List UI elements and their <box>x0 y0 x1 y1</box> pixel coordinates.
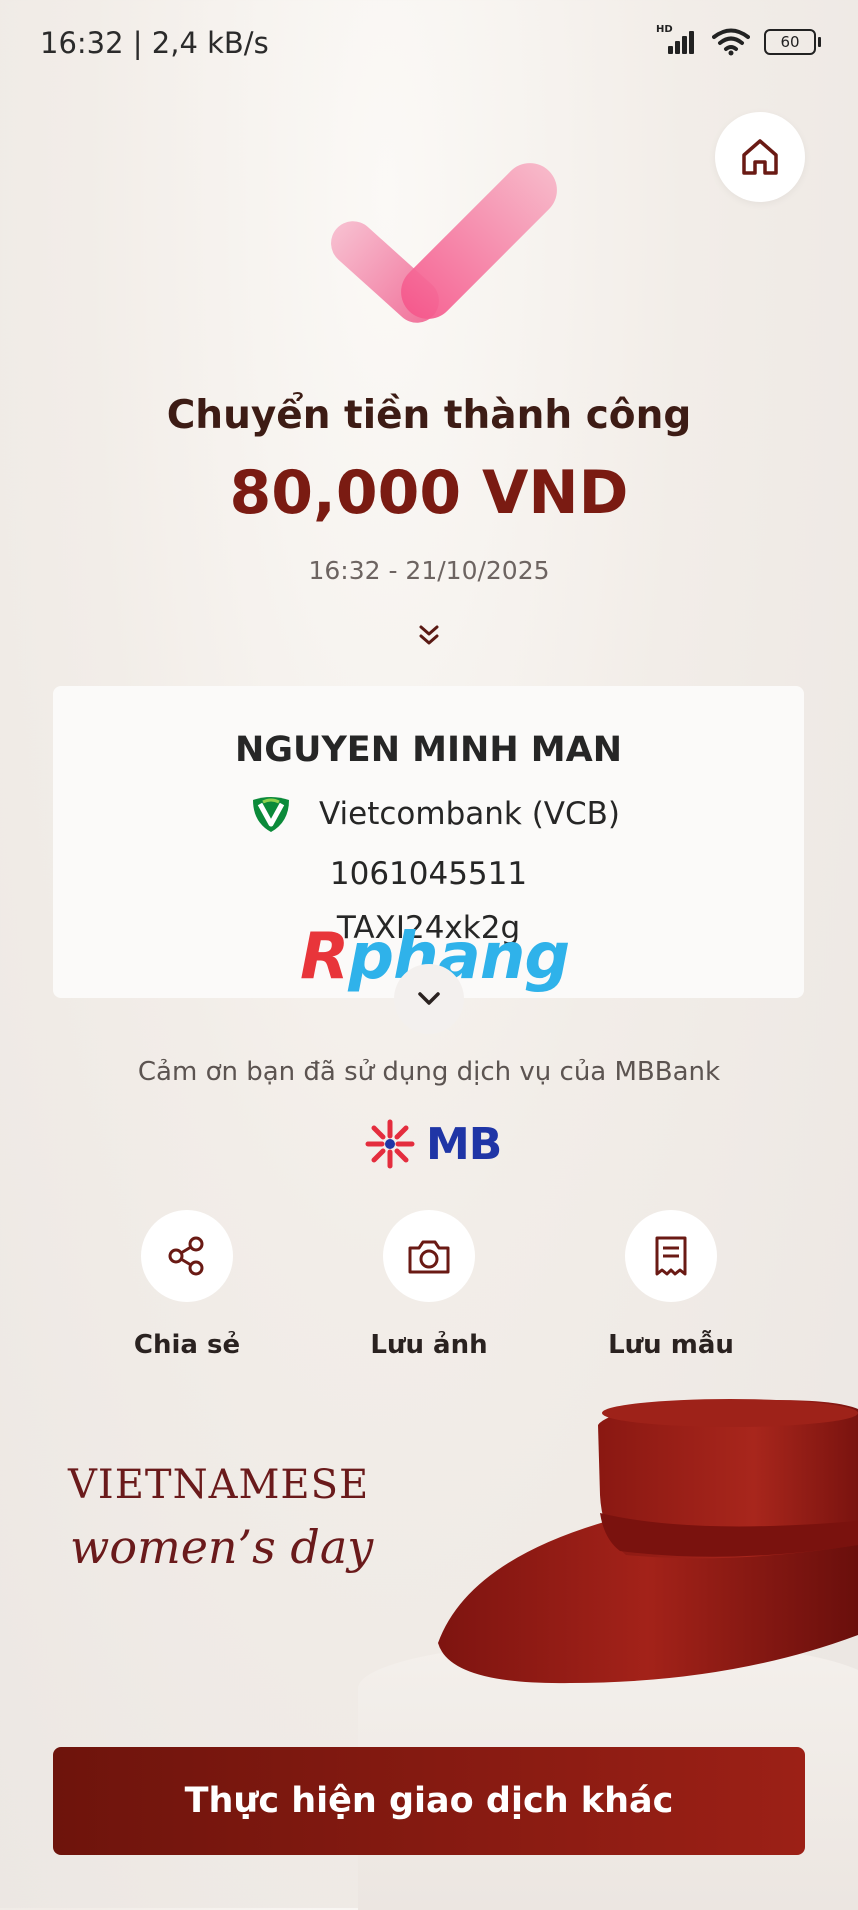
wifi-icon <box>712 28 750 56</box>
save-template-label: Lưu mẫu <box>608 1330 734 1360</box>
save-template-button[interactable] <box>625 1210 717 1302</box>
recipient-bank: Vietcombank (VCB) <box>319 796 621 832</box>
home-button[interactable] <box>715 112 805 202</box>
vietcombank-logo-icon <box>253 797 289 832</box>
mbbank-logo: MB <box>364 1118 502 1170</box>
banner-title-line1: VIETNAMESE <box>68 1462 370 1508</box>
page-title: Chuyển tiền thành công <box>166 393 692 438</box>
share-action[interactable]: Chia sẻ <box>87 1210 287 1360</box>
mb-brand-text: MB <box>426 1118 502 1170</box>
save-template-action[interactable]: Lưu mẫu <box>571 1210 771 1360</box>
expand-details-button[interactable] <box>394 964 464 1034</box>
network-badge: HD <box>656 24 673 35</box>
red-hat-image <box>438 1399 858 1684</box>
watermark-first: R <box>300 920 349 994</box>
transfer-datetime: 16:32 - 21/10/2025 <box>308 556 550 585</box>
home-icon <box>742 139 778 175</box>
camera-icon <box>408 1240 450 1274</box>
banner-title-line2: women’s day <box>70 1520 374 1574</box>
share-button[interactable] <box>141 1210 233 1302</box>
share-label: Chia sẻ <box>133 1330 241 1360</box>
transfer-amount: 80,000 VND <box>229 458 629 528</box>
status-time: 16:32 | 2,4 kB/s <box>40 26 269 60</box>
chevron-double-down-icon[interactable] <box>414 621 444 651</box>
recipient-account: 1061045511 <box>329 856 528 892</box>
status-icons: HD 60 <box>656 24 821 56</box>
signal-icon: HD <box>656 24 698 56</box>
save-image-label: Lưu ảnh <box>370 1330 488 1360</box>
chevron-down-icon <box>418 992 440 1005</box>
recipient-name: NGUYEN MINH MAN <box>235 730 622 770</box>
battery-icon: 60 <box>764 29 821 55</box>
new-transaction-button[interactable]: Thực hiện giao dịch khác <box>53 1747 805 1855</box>
save-image-button[interactable] <box>383 1210 475 1302</box>
receipt-icon <box>655 1236 687 1276</box>
save-image-action[interactable]: Lưu ảnh <box>329 1210 529 1360</box>
thank-you-text: Cảm ơn bạn đã sử dụng dịch vụ của MBBank <box>137 1057 721 1087</box>
mb-star-icon <box>365 1119 415 1169</box>
share-icon <box>168 1236 204 1276</box>
